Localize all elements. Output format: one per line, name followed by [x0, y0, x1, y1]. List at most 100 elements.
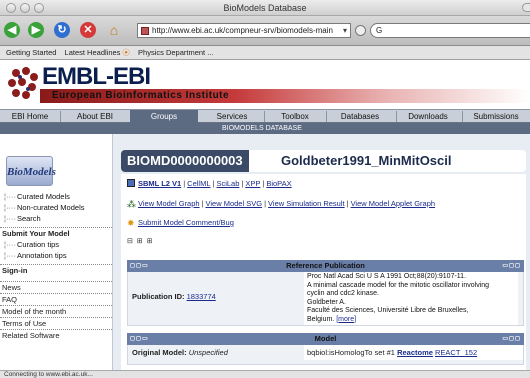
- original-model-value: Unspecified: [188, 348, 228, 357]
- window-titlebar: BioModels Database: [0, 0, 530, 16]
- bug-icon: ✸: [127, 218, 135, 228]
- forward-arrow-icon[interactable]: ▶: [28, 22, 44, 38]
- back-arrow-icon[interactable]: ◀: [4, 22, 20, 38]
- publication-line: Faculté des Sciences, Université Libre d…: [307, 307, 469, 314]
- model-header: BIOMD0000000003 Goldbeter1991_MinMitOsci…: [121, 150, 526, 172]
- sidebar-item-sign-in[interactable]: Sign-in: [0, 264, 112, 276]
- document-icon: [127, 179, 135, 187]
- bookmark-physics-department[interactable]: Physics Department ...: [138, 48, 213, 57]
- publication-line: Goldbeter A.: [307, 298, 346, 306]
- section-toggle-icon[interactable]: ◻◻▭: [130, 333, 149, 345]
- original-model-key: Original Model:: [132, 348, 187, 357]
- status-bar: Connecting to www.ebi.ac.uk...: [0, 370, 530, 378]
- reload-icon[interactable]: ↻: [54, 22, 70, 38]
- cellml-link[interactable]: CellML: [187, 179, 210, 188]
- bookmarks-bar: Getting Started Latest Headlines ⦿ Physic…: [0, 46, 530, 60]
- sidebar-item-news[interactable]: News: [0, 281, 112, 293]
- sidebar-item-search[interactable]: Search: [0, 213, 112, 224]
- bookmark-latest-headlines[interactable]: Latest Headlines: [65, 48, 121, 57]
- address-dropdown-icon[interactable]: ▾: [343, 24, 347, 37]
- sidebar: BioModels Curated Models Non-curated Mod…: [0, 134, 113, 370]
- format-links: SBML L2 V1 | CellML | SciLab | XPP | BioPAX: [127, 178, 292, 190]
- sidebar-item-terms-of-use[interactable]: Terms of Use: [0, 317, 112, 329]
- section-controls-icon[interactable]: ▭◻◻: [502, 333, 521, 345]
- comment-row: ✸ Submit Model Comment/Bug: [127, 217, 234, 229]
- home-icon[interactable]: ⌂: [106, 22, 122, 38]
- sidebar-item-curation-tips[interactable]: Curation tips: [0, 239, 112, 250]
- tab-services[interactable]: Services: [204, 110, 260, 123]
- main-nav: EBI Home About EBI Groups Services Toolb…: [0, 109, 530, 123]
- submit-comment-link[interactable]: Submit Model Comment/Bug: [138, 218, 234, 227]
- view-simulation-link[interactable]: View Simulation Result: [268, 199, 345, 208]
- publication-line: Proc Natl Acad Sci U S A 1991 Oct;88(20)…: [307, 273, 467, 280]
- annotation-cell: bqbiol:isHomologTo set #1 Reactome REACT…: [304, 345, 523, 360]
- reference-title: Reference Publication: [286, 261, 365, 270]
- graph-icon: ⁂: [127, 199, 136, 209]
- reference-table: ◻◻▭ Reference Publication ▭◻◻ Publicatio…: [127, 260, 524, 326]
- sidebar-heading-submit[interactable]: Submit Your Model: [0, 227, 112, 239]
- model-name: Goldbeter1991_MinMitOscil: [281, 153, 452, 168]
- sidebar-item-model-of-month[interactable]: Model of the month: [0, 305, 112, 317]
- tab-toolbox[interactable]: Toolbox: [266, 110, 324, 123]
- bookmark-getting-started[interactable]: Getting Started: [6, 48, 56, 57]
- sidebar-item-related-software[interactable]: Related Software: [0, 329, 112, 341]
- section-toggle-icon[interactable]: ◻◻▭: [130, 260, 149, 272]
- view-graph-link[interactable]: View Model Graph: [138, 199, 200, 208]
- view-applet-link[interactable]: View Model Applet Graph: [351, 199, 436, 208]
- model-id: BIOMD0000000003: [121, 150, 249, 172]
- sidebar-item-annotation-tips[interactable]: Annotation tips: [0, 250, 112, 261]
- tab-databases[interactable]: Databases: [328, 110, 392, 123]
- view-svg-link[interactable]: View Model SVG: [206, 199, 263, 208]
- publication-line: Belgium.: [307, 315, 335, 323]
- sidebar-menu: Curated Models Non-curated Models Search…: [0, 191, 112, 341]
- search-input[interactable]: G: [370, 23, 530, 38]
- sidebar-item-curated-models[interactable]: Curated Models: [0, 191, 112, 202]
- original-model-label: Original Model: Unspecified: [132, 348, 228, 357]
- scilab-link[interactable]: SciLab: [216, 179, 239, 188]
- reactome-id-link[interactable]: REACT_152: [435, 348, 477, 357]
- window-title: BioModels Database: [223, 3, 307, 13]
- tab-groups[interactable]: Groups: [130, 110, 198, 123]
- view-links: ⁂ View Model Graph | View Model SVG | View Si…: [127, 199, 436, 209]
- publication-line: A minimal cascade model for the mitotic …: [307, 281, 490, 289]
- model-section-title: Model: [314, 334, 337, 343]
- browser-toolbar: ◀ ▶ ↻ ✕ ⌂ http://www.ebi.ac.uk/compneur-…: [0, 16, 530, 46]
- model-header-row: ◻◻▭ Model ▭◻◻: [127, 333, 524, 345]
- toolbar-toggle-button[interactable]: [522, 3, 530, 12]
- reference-row: Publication ID: 1833774 Proc Natl Acad S…: [127, 272, 524, 326]
- embl-ebi-logo-text[interactable]: EMBL-EBI: [42, 63, 151, 91]
- biomodels-logo[interactable]: BioModels: [6, 156, 56, 186]
- address-bar[interactable]: http://www.ebi.ac.uk/compneur-srv/biomod…: [137, 23, 351, 38]
- reactome-link[interactable]: Reactome: [397, 348, 433, 357]
- rss-icon: ⦿: [122, 48, 130, 57]
- sbml-link[interactable]: SBML L2 V1: [138, 179, 181, 188]
- search-engine-label: G: [376, 26, 383, 35]
- subnav-bar: BIOMODELS DATABASE: [0, 123, 530, 134]
- sidebar-item-faq[interactable]: FAQ: [0, 293, 112, 305]
- institute-bar: European Bioinformatics Institute: [40, 89, 530, 103]
- xpp-link[interactable]: XPP: [245, 179, 260, 188]
- stop-icon[interactable]: ✕: [80, 22, 96, 38]
- expand-collapse-buttons[interactable]: ⊟ ⊞ ⊞: [127, 237, 154, 245]
- biopax-link[interactable]: BioPAX: [266, 179, 291, 188]
- sidebar-item-non-curated-models[interactable]: Non-curated Models: [0, 202, 112, 213]
- model-table: ◻◻▭ Model ▭◻◻ Original Model: Unspecifie…: [127, 333, 524, 365]
- tab-submissions[interactable]: Submissions: [464, 110, 528, 123]
- publication-id-link[interactable]: 1833774: [187, 292, 216, 301]
- go-icon[interactable]: [355, 25, 366, 36]
- section-controls-icon[interactable]: ▭◻◻: [502, 260, 521, 272]
- model-row: Original Model: Unspecified bqbiol:isHom…: [127, 345, 524, 365]
- main-content: BIOMD0000000003 Goldbeter1991_MinMitOsci…: [113, 134, 530, 370]
- more-link[interactable]: [more]: [336, 316, 356, 323]
- tab-ebi-home[interactable]: EBI Home: [4, 110, 56, 123]
- subnav-title[interactable]: BIOMODELS DATABASE: [222, 123, 302, 134]
- publication-id-label: Publication ID:: [132, 292, 185, 301]
- publication-label: Publication ID: 1833774: [132, 292, 216, 301]
- site-favicon-icon: [141, 27, 149, 35]
- embl-logo-icon: [8, 67, 38, 99]
- tab-downloads[interactable]: Downloads: [398, 110, 458, 123]
- tab-about-ebi[interactable]: About EBI: [62, 110, 128, 123]
- ebi-banner: EMBL-EBI European Bioinformatics Institu…: [0, 61, 530, 109]
- reference-header: ◻◻▭ Reference Publication ▭◻◻: [127, 260, 524, 272]
- address-text: http://www.ebi.ac.uk/compneur-srv/biomod…: [152, 26, 333, 35]
